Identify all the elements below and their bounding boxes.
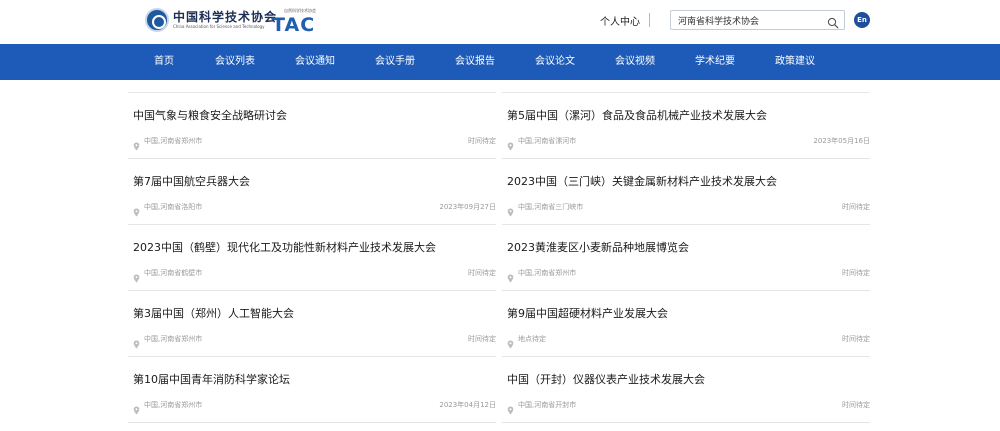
conference-location: 中国,河南省三门峡市 <box>518 203 584 211</box>
conference-location: 地点待定 <box>518 335 546 343</box>
conference-meta: 中国,河南省郑州市 时间待定 <box>133 135 496 151</box>
cast-logo[interactable]: 中国科学技术协会 China Association for Science a… <box>145 8 277 32</box>
conference-location: 中国,河南省郑州市 <box>144 401 203 409</box>
conference-meta: 中国,河南省洛阳市 2023年09月27日 <box>133 201 496 217</box>
conference-location: 中国,河南省漯河市 <box>518 137 577 145</box>
nav-item-conference-papers[interactable]: 会议论文 <box>535 44 575 80</box>
conference-title[interactable]: 2023中国（三门峡）关键金属新材料产业技术发展大会 <box>507 173 777 189</box>
location-pin-icon <box>507 334 514 349</box>
conference-meta: 中国,河南省郑州市 时间待定 <box>507 267 870 283</box>
conference-card[interactable]: 2023中国（鹤壁）现代化工及功能性新材料产业技术发展大会 中国,河南省鹤壁市 … <box>128 225 496 291</box>
conference-location: 中国,河南省郑州市 <box>518 269 577 277</box>
nav-item-conference-list[interactable]: 会议列表 <box>215 44 255 80</box>
conference-card[interactable]: 2023黄淮麦区小麦新品种地展博览会 中国,河南省郑州市 时间待定 <box>502 225 870 291</box>
tac-logo[interactable]: 自然科学技术协会 TAC <box>272 8 320 36</box>
location-pin-icon <box>507 268 514 283</box>
location-pin-icon <box>133 136 140 151</box>
conference-card[interactable]: 第3届中国（郑州）人工智能大会 中国,河南省郑州市 时间待定 <box>128 291 496 357</box>
conference-title[interactable]: 第7届中国航空兵器大会 <box>133 173 250 189</box>
conference-time: 时间待定 <box>468 137 496 145</box>
location-pin-icon <box>133 334 140 349</box>
conference-time: 2023年04月12日 <box>439 401 496 409</box>
conference-title[interactable]: 第10届中国青年消防科学家论坛 <box>133 371 290 387</box>
nav-item-conference-reports[interactable]: 会议报告 <box>455 44 495 80</box>
conference-time: 时间待定 <box>842 401 870 409</box>
cast-emblem-icon <box>145 8 169 32</box>
search-input[interactable] <box>671 11 821 29</box>
main-nav: 首页 会议列表 会议通知 会议手册 会议报告 会议论文 会议视频 学术纪要 政策… <box>0 44 1000 80</box>
conference-location: 中国,河南省郑州市 <box>144 335 203 343</box>
conference-time: 时间待定 <box>842 269 870 277</box>
search-icon[interactable] <box>827 14 839 29</box>
conference-time: 2023年09月27日 <box>439 203 496 211</box>
conference-location: 中国,河南省郑州市 <box>144 137 203 145</box>
nav-item-academic-minutes[interactable]: 学术纪要 <box>695 44 735 80</box>
site-header: 中国科学技术协会 China Association for Science a… <box>0 0 1000 44</box>
card-divider <box>502 422 870 423</box>
nav-item-conference-handbook[interactable]: 会议手册 <box>375 44 415 80</box>
location-pin-icon <box>507 202 514 217</box>
conference-meta: 地点待定 时间待定 <box>507 333 870 349</box>
conference-meta: 中国,河南省鹤壁市 时间待定 <box>133 267 496 283</box>
conference-card[interactable]: 中国气象与粮食安全战略研讨会 中国,河南省郑州市 时间待定 <box>128 93 496 159</box>
conference-location: 中国,河南省开封市 <box>518 401 577 409</box>
conference-title[interactable]: 2023黄淮麦区小麦新品种地展博览会 <box>507 239 689 255</box>
conference-card[interactable]: 第9届中国超硬材料产业发展大会 地点待定 时间待定 <box>502 291 870 357</box>
search-box <box>670 10 845 30</box>
conference-time: 2023年05月16日 <box>813 137 870 145</box>
header-divider <box>649 13 650 27</box>
nav-item-conference-videos[interactable]: 会议视频 <box>615 44 655 80</box>
location-pin-icon <box>133 202 140 217</box>
conference-time: 时间待定 <box>842 335 870 343</box>
conference-card[interactable]: 中国（开封）仪器仪表产业技术发展大会 中国,河南省开封市 时间待定 <box>502 357 870 423</box>
conference-title[interactable]: 中国（开封）仪器仪表产业技术发展大会 <box>507 371 705 387</box>
cast-logo-text: 中国科学技术协会 China Association for Science a… <box>173 10 277 30</box>
conference-title[interactable]: 第5届中国（漯河）食品及食品机械产业技术发展大会 <box>507 107 767 123</box>
conference-time: 时间待定 <box>468 269 496 277</box>
conference-title[interactable]: 第3届中国（郑州）人工智能大会 <box>133 305 294 321</box>
conference-card[interactable]: 2023中国（三门峡）关键金属新材料产业技术发展大会 中国,河南省三门峡市 时间… <box>502 159 870 225</box>
conference-card[interactable]: 第7届中国航空兵器大会 中国,河南省洛阳市 2023年09月27日 <box>128 159 496 225</box>
conference-title[interactable]: 中国气象与粮食安全战略研讨会 <box>133 107 287 123</box>
personal-center-link[interactable]: 个人中心 <box>600 13 640 28</box>
nav-item-policy-advice[interactable]: 政策建议 <box>775 44 815 80</box>
conference-meta: 中国,河南省三门峡市 时间待定 <box>507 201 870 217</box>
tac-logo-text: TAC <box>272 14 316 36</box>
location-pin-icon <box>133 268 140 283</box>
conference-time: 时间待定 <box>468 335 496 343</box>
conference-title[interactable]: 2023中国（鹤壁）现代化工及功能性新材料产业技术发展大会 <box>133 239 436 255</box>
conference-card[interactable]: 第10届中国青年消防科学家论坛 中国,河南省郑州市 2023年04月12日 <box>128 357 496 423</box>
location-pin-icon <box>507 136 514 151</box>
conference-meta: 中国,河南省漯河市 2023年05月16日 <box>507 135 870 151</box>
location-pin-icon <box>133 400 140 415</box>
conference-meta: 中国,河南省郑州市 时间待定 <box>133 333 496 349</box>
conference-card[interactable]: 第5届中国（漯河）食品及食品机械产业技术发展大会 中国,河南省漯河市 2023年… <box>502 93 870 159</box>
conference-meta: 中国,河南省开封市 时间待定 <box>507 399 870 415</box>
cast-logo-cn: 中国科学技术协会 <box>173 10 278 24</box>
conference-location: 中国,河南省鹤壁市 <box>144 269 203 277</box>
language-toggle-button[interactable]: En <box>854 12 870 28</box>
nav-item-home[interactable]: 首页 <box>154 44 174 80</box>
cast-logo-en: China Association for Science and Techno… <box>173 24 265 29</box>
card-divider <box>128 422 496 423</box>
nav-item-conference-notice[interactable]: 会议通知 <box>295 44 335 80</box>
location-pin-icon <box>507 400 514 415</box>
conference-meta: 中国,河南省郑州市 2023年04月12日 <box>133 399 496 415</box>
conference-location: 中国,河南省洛阳市 <box>144 203 203 211</box>
conference-time: 时间待定 <box>842 203 870 211</box>
conference-title[interactable]: 第9届中国超硬材料产业发展大会 <box>507 305 668 321</box>
